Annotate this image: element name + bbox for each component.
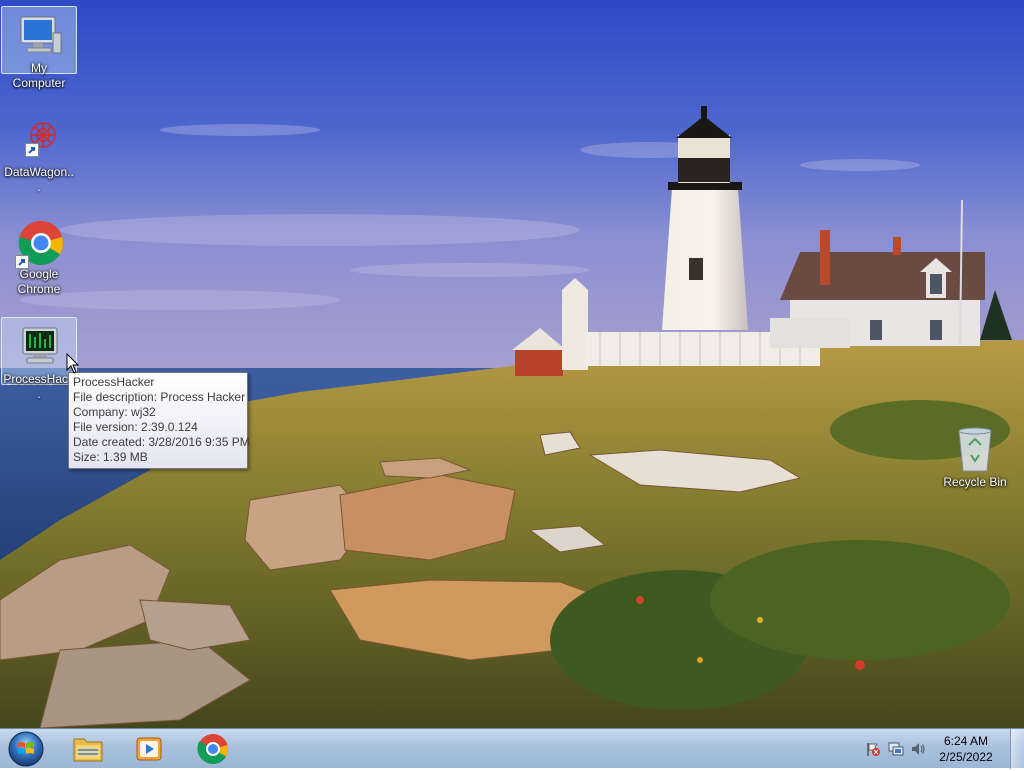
file-explorer-icon xyxy=(73,738,103,762)
desktop-icon-my-computer[interactable]: My Computer xyxy=(1,6,77,90)
taskbar: 6:24 AM 2/25/2022 xyxy=(0,728,1024,769)
tooltip-file-description: File description: Process Hacker xyxy=(73,390,246,404)
google-chrome-icon xyxy=(197,734,229,765)
start-button[interactable] xyxy=(4,730,48,768)
desktop-icon-recycle-bin[interactable]: Recycle Bin xyxy=(937,420,1013,492)
windows-start-orb-icon xyxy=(8,731,44,767)
tooltip-company: Company: wj32 xyxy=(73,405,156,419)
taskbar-file-explorer-button[interactable] xyxy=(60,731,116,767)
volume-icon[interactable] xyxy=(910,741,926,757)
taskbar-media-player-button[interactable] xyxy=(122,731,178,767)
clock-time: 6:24 AM xyxy=(943,734,989,748)
network-icon[interactable] xyxy=(888,741,904,757)
shortcut-arrow-icon xyxy=(15,255,29,269)
datawagon-icon xyxy=(15,115,63,163)
notification-area: 6:24 AM 2/25/2022 xyxy=(854,729,1024,769)
tooltip-title: ProcessHacker xyxy=(73,375,155,389)
shortcut-arrow-icon xyxy=(25,143,39,157)
desktop-icon-label: DataWagon... xyxy=(4,165,74,194)
desktop-icon-google-chrome[interactable]: Google Chrome xyxy=(1,212,77,298)
tooltip-file-version: File version: 2.39.0.124 xyxy=(73,420,198,434)
clock-date: 2/25/2022 xyxy=(939,750,993,764)
desktop-icon-label: Google Chrome xyxy=(17,267,61,296)
tooltip-date-created: Date created: 3/28/2016 9:35 PM xyxy=(73,435,250,449)
media-player-icon xyxy=(136,737,162,761)
desktop-icon-label: Recycle Bin xyxy=(943,475,1007,489)
processhacker-icon xyxy=(15,322,63,370)
google-chrome-icon xyxy=(15,217,63,269)
recycle-bin-icon xyxy=(951,425,999,473)
taskbar-google-chrome-button[interactable] xyxy=(185,731,241,767)
show-desktop-button[interactable] xyxy=(1010,729,1024,769)
action-center-flag-icon[interactable] xyxy=(865,741,881,757)
tooltip-size: Size: 1.39 MB xyxy=(73,450,148,464)
file-info-tooltip: ProcessHacker File description: Process … xyxy=(68,372,250,469)
mouse-pointer-icon xyxy=(66,352,80,375)
desktop-icon-label: ProcessHac... xyxy=(3,372,75,401)
computer-icon xyxy=(15,11,63,59)
desktop-wallpaper xyxy=(0,0,1024,728)
desktop-icon-datawagon[interactable]: DataWagon... xyxy=(1,110,77,194)
system-clock[interactable]: 6:24 AM 2/25/2022 xyxy=(934,733,998,765)
desktop-icon-label: My Computer xyxy=(12,61,66,90)
